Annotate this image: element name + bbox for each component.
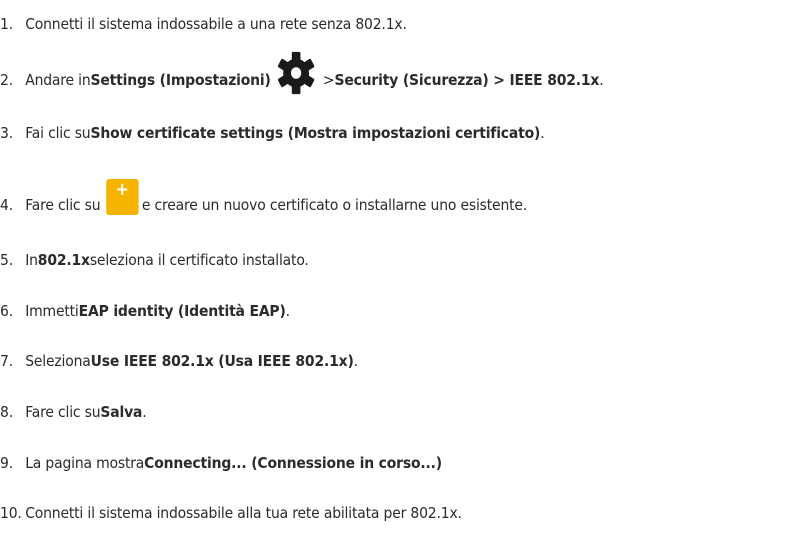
step-text: > (322, 71, 335, 89)
step-9: 9. La pagina mostra Connecting... (Conne… (0, 448, 442, 478)
step-text: Fai clic su (25, 124, 91, 142)
use-ieee-802-1x-label: Use IEEE 802.1x (Usa IEEE 802.1x) (90, 352, 354, 370)
show-certificate-settings-label: Show certificate settings (Mostra impost… (90, 124, 541, 142)
step-text: Connetti il sistema indossabile alla tua… (25, 504, 462, 522)
settings-label: Settings (Impostazioni) (90, 71, 271, 89)
step-text: . (540, 124, 545, 142)
eap-identity-label: EAP identity (Identità EAP) (78, 302, 286, 320)
step-number: 1. (0, 15, 13, 33)
step-10: 10. Connetti il sistema indossabile alla… (0, 498, 462, 528)
step-8: 8. Fare clic su Salva . (0, 397, 147, 427)
step-number: 7. (0, 352, 13, 370)
step-text: Connetti il sistema indossabile a una re… (25, 15, 407, 33)
step-number: 3. (0, 124, 13, 142)
security-path-label: Security (Sicurezza) > IEEE 802.1x (334, 71, 600, 89)
step-text: e creare un nuovo certificato o installa… (141, 196, 528, 214)
step-text: Fare clic su (25, 196, 101, 214)
step-5: 5. In 802.1x seleziona il certificato in… (0, 245, 309, 275)
step-text: . (285, 302, 290, 320)
step-text: In (25, 251, 38, 269)
step-3: 3. Fai clic su Show certificate settings… (0, 118, 545, 148)
step-number: 2. (0, 71, 13, 89)
step-text: Seleziona (25, 352, 91, 370)
gear-icon (277, 51, 315, 95)
step-number: 5. (0, 251, 13, 269)
step-4: 4. Fare clic su + e creare un nuovo cert… (0, 179, 528, 220)
connecting-status-label: Connecting... (Connessione in corso...) (144, 454, 442, 472)
step-text: Immetti (25, 302, 79, 320)
step-text: La pagina mostra (25, 454, 145, 472)
step-6: 6. Immetti EAP identity (Identità EAP) . (0, 296, 290, 326)
step-number: 8. (0, 403, 13, 421)
step-text: seleziona il certificato installato. (89, 251, 309, 269)
step-7: 7. Seleziona Use IEEE 802.1x (Usa IEEE 8… (0, 346, 358, 376)
step-text: . (142, 403, 147, 421)
step-number: 9. (0, 454, 13, 472)
step-number: 4. (0, 196, 13, 214)
step-number: 10. (0, 504, 22, 522)
save-label: Salva (100, 403, 143, 421)
step-2: 2. Andare in Settings (Impostazioni) > S… (0, 51, 604, 95)
step-text: Fare clic su (25, 403, 101, 421)
step-text: Andare in (25, 71, 91, 89)
plus-glyph: + (115, 179, 129, 200)
802-1x-label: 802.1x (37, 251, 90, 269)
add-plus-icon: + (105, 179, 139, 215)
step-number: 6. (0, 302, 13, 320)
step-1: 1. Connetti il sistema indossabile a una… (0, 9, 407, 39)
step-text: . (599, 71, 604, 89)
step-text: . (353, 352, 358, 370)
instruction-steps: 1. Connetti il sistema indossabile a una… (0, 0, 797, 533)
